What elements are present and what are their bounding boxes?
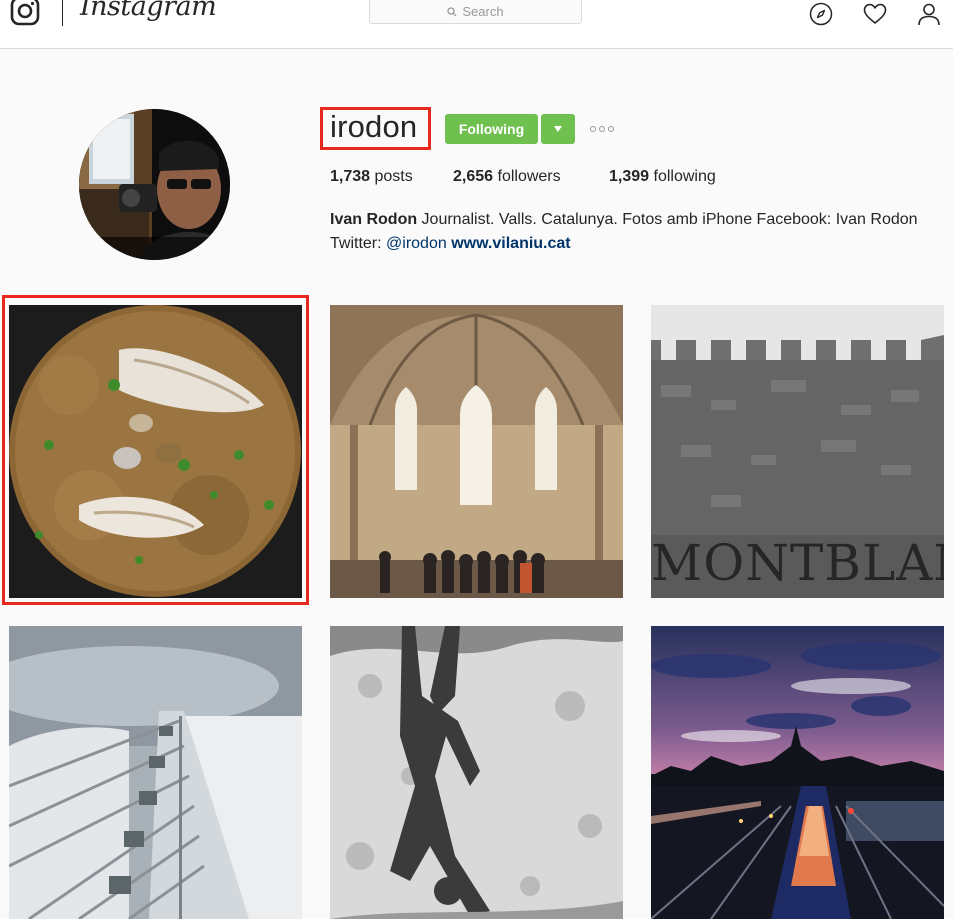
- post-thumbnail-church-interior[interactable]: [330, 305, 623, 598]
- post-thumbnail-montblanc-wall[interactable]: MONTBLANC: [651, 305, 944, 598]
- bio-text: Journalist. Valls. Catalunya. Fotos amb …: [417, 211, 918, 228]
- more-options-icon[interactable]: [589, 124, 615, 134]
- followers-label: followers: [497, 168, 561, 185]
- following-count: 1,399: [609, 168, 650, 185]
- followers-stat[interactable]: 2,656 followers: [453, 168, 561, 186]
- instagram-logo-icon[interactable]: [10, 0, 40, 26]
- following-stat[interactable]: 1,399 following: [609, 168, 716, 186]
- top-navigation-bar: Instagram Search: [0, 0, 953, 49]
- search-placeholder: Search: [462, 4, 504, 19]
- posts-count: 1,738: [330, 168, 371, 185]
- compass-icon[interactable]: [809, 2, 833, 26]
- instagram-wordmark[interactable]: Instagram: [80, 0, 217, 22]
- svg-text:MONTBLANC: MONTBLANC: [651, 534, 944, 592]
- search-input[interactable]: Search: [369, 0, 582, 24]
- post-thumbnail-white-building[interactable]: [9, 626, 302, 919]
- selected-post-highlight-box: [2, 295, 309, 605]
- followers-count: 2,656: [453, 168, 494, 185]
- twitter-mention-link[interactable]: @irodon: [386, 235, 447, 252]
- heart-icon[interactable]: [863, 2, 887, 26]
- profile-avatar[interactable]: [79, 109, 230, 260]
- posts-label: posts: [374, 168, 413, 185]
- twitter-prefix: Twitter:: [330, 235, 387, 252]
- profile-username: irodon: [330, 109, 418, 144]
- logo-divider: [62, 0, 63, 26]
- posts-stat: 1,738 posts: [330, 168, 413, 186]
- post-thumbnail-puddle-reflection[interactable]: [330, 626, 623, 919]
- post-thumbnail-sunset-train[interactable]: [651, 626, 944, 919]
- caret-down-icon: [554, 126, 562, 132]
- following-label: following: [653, 168, 716, 185]
- following-button[interactable]: Following: [445, 114, 538, 144]
- search-icon: [447, 6, 457, 16]
- website-link[interactable]: www.vilaniu.cat: [451, 235, 570, 252]
- person-icon[interactable]: [917, 2, 941, 26]
- profile-bio: Ivan Rodon Journalist. Valls. Catalunya.…: [330, 208, 950, 256]
- profile-full-name: Ivan Rodon: [330, 211, 418, 228]
- follow-options-dropdown[interactable]: [541, 114, 575, 144]
